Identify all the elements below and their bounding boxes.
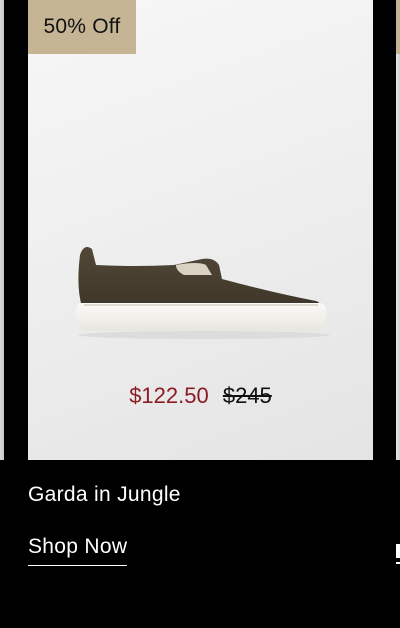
discount-badge: 50% Off <box>28 0 136 54</box>
next-shop-now-link-edge[interactable] <box>396 538 400 564</box>
product-name[interactable]: Garda in Jungle <box>28 483 181 507</box>
next-product-card-edge[interactable] <box>396 0 400 460</box>
product-card[interactable]: 50% Off $122.50 $245 <box>28 0 373 460</box>
next-product-badge-edge <box>396 0 400 54</box>
previous-product-card-edge[interactable] <box>0 0 4 460</box>
original-price: $245 <box>222 383 272 408</box>
price-row: $122.50 $245 <box>28 383 373 409</box>
shop-now-link[interactable]: Shop Now <box>28 535 128 566</box>
sale-price: $122.50 <box>129 383 209 408</box>
slip-on-sneaker-icon <box>76 247 330 339</box>
product-image[interactable] <box>74 235 336 343</box>
